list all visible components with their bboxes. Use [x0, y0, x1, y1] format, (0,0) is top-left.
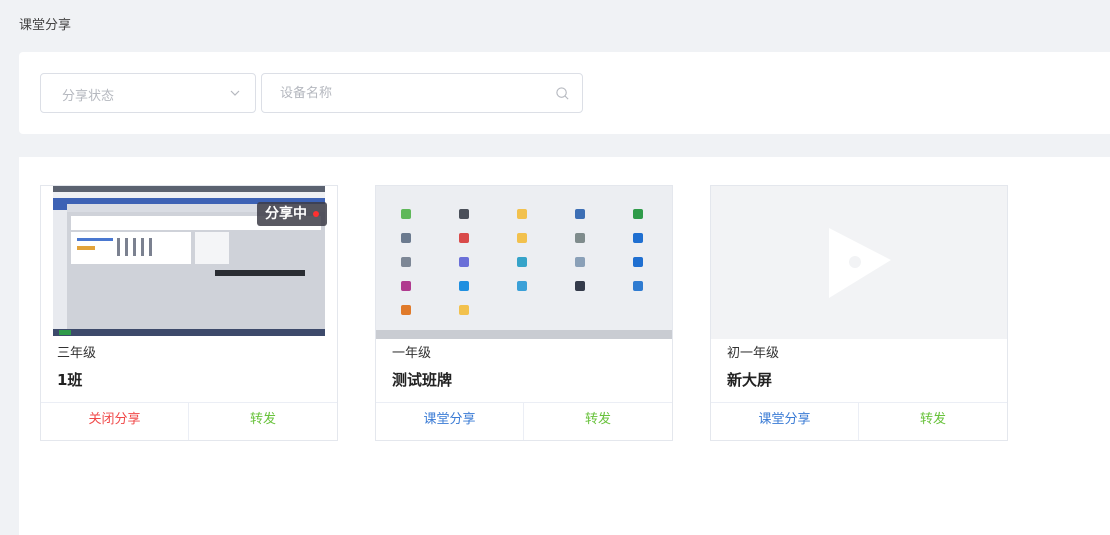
- app-icon: [517, 233, 527, 243]
- app-icon: [401, 257, 411, 267]
- card-grade: 一年级: [392, 346, 432, 361]
- close-share-button[interactable]: 关闭分享: [41, 403, 189, 440]
- device-card: 分享中 三年级 1班 关闭分享 转发: [40, 185, 338, 441]
- search-icon[interactable]: [555, 86, 570, 101]
- forward-button[interactable]: 转发: [859, 403, 1007, 440]
- app-icon: [401, 281, 411, 291]
- video-play-icon: [829, 228, 891, 298]
- card-actions: 课堂分享 转发: [711, 402, 1007, 440]
- app-icon: [459, 233, 469, 243]
- device-search-box: [261, 73, 583, 113]
- app-icon: [401, 209, 411, 219]
- page-title: 课堂分享: [19, 18, 72, 33]
- share-status-placeholder: 分享状态: [62, 89, 115, 104]
- forward-button[interactable]: 转发: [189, 403, 337, 440]
- share-status-select[interactable]: 分享状态: [40, 73, 256, 113]
- app-icon: [633, 209, 643, 219]
- app-grid-screenshot-image: [376, 186, 672, 339]
- card-actions: 课堂分享 转发: [376, 402, 672, 440]
- app-icon: [517, 281, 527, 291]
- device-screen-thumbnail[interactable]: [711, 186, 1007, 339]
- app-icon: [517, 257, 527, 267]
- card-device-name: 新大屏: [727, 371, 773, 389]
- live-dot-icon: [313, 211, 319, 217]
- card-actions: 关闭分享 转发: [41, 402, 337, 440]
- app-icon: [517, 209, 527, 219]
- card-grade: 三年级: [57, 346, 97, 361]
- app-icon: [633, 257, 643, 267]
- device-card: 初一年级 新大屏 课堂分享 转发: [710, 185, 1008, 441]
- card-grade: 初一年级: [727, 346, 780, 361]
- card-device-name: 测试班牌: [392, 371, 453, 389]
- app-icon: [575, 257, 585, 267]
- app-icon: [459, 281, 469, 291]
- class-share-button[interactable]: 课堂分享: [711, 403, 859, 440]
- app-icon: [575, 209, 585, 219]
- app-icon: [575, 233, 585, 243]
- app-icon: [459, 305, 469, 315]
- app-icon: [459, 209, 469, 219]
- chevron-down-icon: [230, 90, 240, 96]
- device-name-input[interactable]: [262, 74, 542, 112]
- forward-button[interactable]: 转发: [524, 403, 672, 440]
- app-icon: [459, 257, 469, 267]
- app-icon: [575, 281, 585, 291]
- device-grid: 分享中 三年级 1班 关闭分享 转发 一年级 测试班牌 课堂分享 转发 初一年级…: [19, 157, 1110, 535]
- app-icon: [633, 281, 643, 291]
- filter-panel: 分享状态: [19, 52, 1110, 134]
- card-device-name: 1班: [57, 371, 83, 389]
- sharing-status-badge: 分享中: [257, 202, 327, 226]
- screen-share-thumbnail[interactable]: 分享中: [41, 186, 337, 339]
- class-share-button[interactable]: 课堂分享: [376, 403, 524, 440]
- app-icon: [401, 305, 411, 315]
- device-card: 一年级 测试班牌 课堂分享 转发: [375, 185, 673, 441]
- device-screen-thumbnail[interactable]: [376, 186, 672, 339]
- app-icon: [401, 233, 411, 243]
- app-icon: [633, 233, 643, 243]
